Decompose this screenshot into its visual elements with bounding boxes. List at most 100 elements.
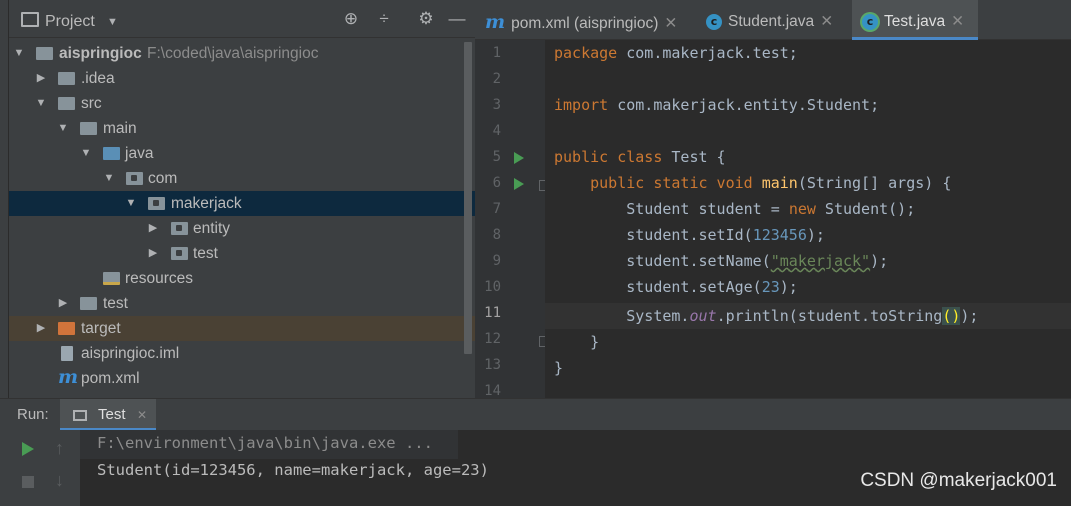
run-panel-header: Run: Test ✕ xyxy=(0,398,1071,431)
line-number: 11 xyxy=(484,305,501,321)
folder-icon xyxy=(58,72,75,85)
tree-node-src[interactable]: ▼ src xyxy=(9,91,475,116)
line-number: 8 xyxy=(492,227,501,243)
tree-node-label: .idea xyxy=(81,70,115,87)
excluded-folder-icon xyxy=(58,322,75,335)
run-label: Run: xyxy=(17,406,49,423)
stop-icon[interactable] xyxy=(22,476,34,488)
maven-icon: m xyxy=(58,366,79,388)
tree-node-iml[interactable]: aispringioc.iml xyxy=(9,341,475,366)
console-line: F:\environment\java\bin\java.exe ... xyxy=(97,434,433,452)
tree-node-resources[interactable]: resources xyxy=(9,266,475,291)
class-icon: c xyxy=(706,14,722,30)
code-editor[interactable]: package com.makerjack.test; import com.m… xyxy=(545,40,1071,398)
collapse-all-icon[interactable]: ÷ xyxy=(373,0,395,38)
tab-label: pom.xml (aispringioc) xyxy=(511,15,659,32)
code-line: } xyxy=(554,359,564,377)
folder-icon xyxy=(80,297,97,310)
project-title[interactable]: Project xyxy=(45,0,95,44)
tree-node-label: aispringioc xyxy=(59,45,142,62)
project-scrollbar[interactable] xyxy=(464,42,472,354)
tree-node-entity[interactable]: ▶ entity xyxy=(9,216,475,241)
line-number: 6 xyxy=(492,175,501,191)
maven-icon: m xyxy=(485,11,506,33)
hide-icon[interactable]: — xyxy=(446,0,468,38)
run-main-icon[interactable] xyxy=(514,178,524,190)
code-line: student.setId(123456); xyxy=(626,226,825,244)
tab-label: Student.java xyxy=(728,13,815,30)
close-icon[interactable]: ✕ xyxy=(137,399,147,432)
run-console[interactable]: F:\environment\java\bin\java.exe ... Stu… xyxy=(0,430,1071,506)
rerun-icon[interactable] xyxy=(22,442,34,456)
tree-node-test-package[interactable]: ▶ test xyxy=(9,241,475,266)
line-number: 9 xyxy=(492,253,501,269)
code-line: import com.makerjack.entity.Student; xyxy=(554,96,880,114)
console-line: Student(id=123456, name=makerjack, age=2… xyxy=(97,461,489,479)
line-number: 7 xyxy=(492,201,501,217)
watermark: CSDN @makerjack001 xyxy=(860,470,1057,491)
tree-node-label: src xyxy=(81,95,102,112)
chevron-right-icon[interactable]: ▶ xyxy=(147,216,159,241)
chevron-right-icon[interactable]: ▶ xyxy=(57,291,69,316)
chevron-down-icon[interactable]: ▼ xyxy=(13,41,25,66)
folder-icon xyxy=(58,97,75,110)
tree-node-label: test xyxy=(103,295,128,312)
package-icon xyxy=(171,222,188,235)
editor-gutter: 1 2 3 4 5 6 7 8 9 10 11 12 13 14 xyxy=(475,40,550,399)
line-number: 12 xyxy=(484,331,501,347)
down-arrow-icon[interactable]: ↓ xyxy=(55,470,64,491)
up-arrow-icon[interactable]: ↑ xyxy=(55,438,64,459)
code-line: student.setName("makerjack"); xyxy=(626,252,889,270)
close-icon[interactable]: ✕ xyxy=(951,13,964,30)
line-number: 13 xyxy=(484,357,501,373)
tree-node-path: F:\coded\java\aispringioc xyxy=(147,45,319,62)
code-line: package com.makerjack.test; xyxy=(554,44,798,62)
code-line: Student student = new Student(); xyxy=(626,200,916,218)
run-tab-label: Test xyxy=(98,406,126,423)
folder-icon xyxy=(80,122,97,135)
tree-node-aispringioc[interactable]: ▼ aispringioc F:\coded\java\aispringioc xyxy=(9,41,475,66)
code-line: student.setAge(23); xyxy=(626,278,798,296)
project-panel: Project ▼ ⊕ ÷ ⚙ — ▼ aispringioc F:\coded… xyxy=(9,0,475,398)
package-icon xyxy=(148,197,165,210)
chevron-down-icon[interactable]: ▼ xyxy=(57,116,69,141)
tab-test-java[interactable]: c Test.java ✕ xyxy=(852,0,978,40)
tree-node-label: resources xyxy=(125,270,194,287)
chevron-down-icon[interactable]: ▼ xyxy=(80,141,92,166)
line-number: 10 xyxy=(484,279,501,295)
tree-node-com[interactable]: ▼ com xyxy=(9,166,475,191)
tree-node-test-folder[interactable]: ▶ test xyxy=(9,291,475,316)
tree-node-label: aispringioc.iml xyxy=(81,345,180,362)
chevron-right-icon[interactable]: ▶ xyxy=(35,66,47,91)
console-icon xyxy=(73,410,87,421)
gear-icon[interactable]: ⚙ xyxy=(415,0,437,38)
tab-student-java[interactable]: c Student.java ✕ xyxy=(706,0,846,40)
close-icon[interactable]: ✕ xyxy=(820,13,833,30)
chevron-right-icon[interactable]: ▶ xyxy=(147,241,159,266)
tree-node-main[interactable]: ▼ main xyxy=(9,116,475,141)
close-icon[interactable]: ✕ xyxy=(664,15,677,32)
tab-pom-xml[interactable]: m pom.xml (aispringioc) ✕ xyxy=(485,0,695,40)
code-line: } xyxy=(590,333,600,351)
tree-node-java[interactable]: ▼ java xyxy=(9,141,475,166)
chevron-down-icon[interactable]: ▼ xyxy=(35,91,47,116)
line-number: 3 xyxy=(492,97,501,113)
project-view-icon xyxy=(21,12,39,27)
chevron-down-icon[interactable]: ▼ xyxy=(107,0,118,44)
run-tab-test[interactable]: Test ✕ xyxy=(60,399,156,431)
tree-node-pom[interactable]: m pom.xml xyxy=(9,366,475,391)
locate-icon[interactable]: ⊕ xyxy=(340,0,362,38)
chevron-down-icon[interactable]: ▼ xyxy=(103,166,115,191)
source-folder-icon xyxy=(103,147,120,160)
run-class-icon[interactable] xyxy=(514,152,524,164)
tree-node-makerjack[interactable]: ▼ makerjack xyxy=(9,191,475,216)
chevron-down-icon[interactable]: ▼ xyxy=(125,191,137,216)
project-panel-header: Project ▼ ⊕ ÷ ⚙ — xyxy=(9,0,475,38)
chevron-right-icon[interactable]: ▶ xyxy=(35,316,47,341)
tree-node-target[interactable]: ▶ target xyxy=(9,316,475,341)
tree-node-idea[interactable]: ▶ .idea xyxy=(9,66,475,91)
tree-node-label: main xyxy=(103,120,137,137)
left-tool-strip[interactable] xyxy=(0,0,9,398)
line-number: 14 xyxy=(484,383,501,399)
code-line: System.out.println(student.toString()); xyxy=(626,307,979,325)
